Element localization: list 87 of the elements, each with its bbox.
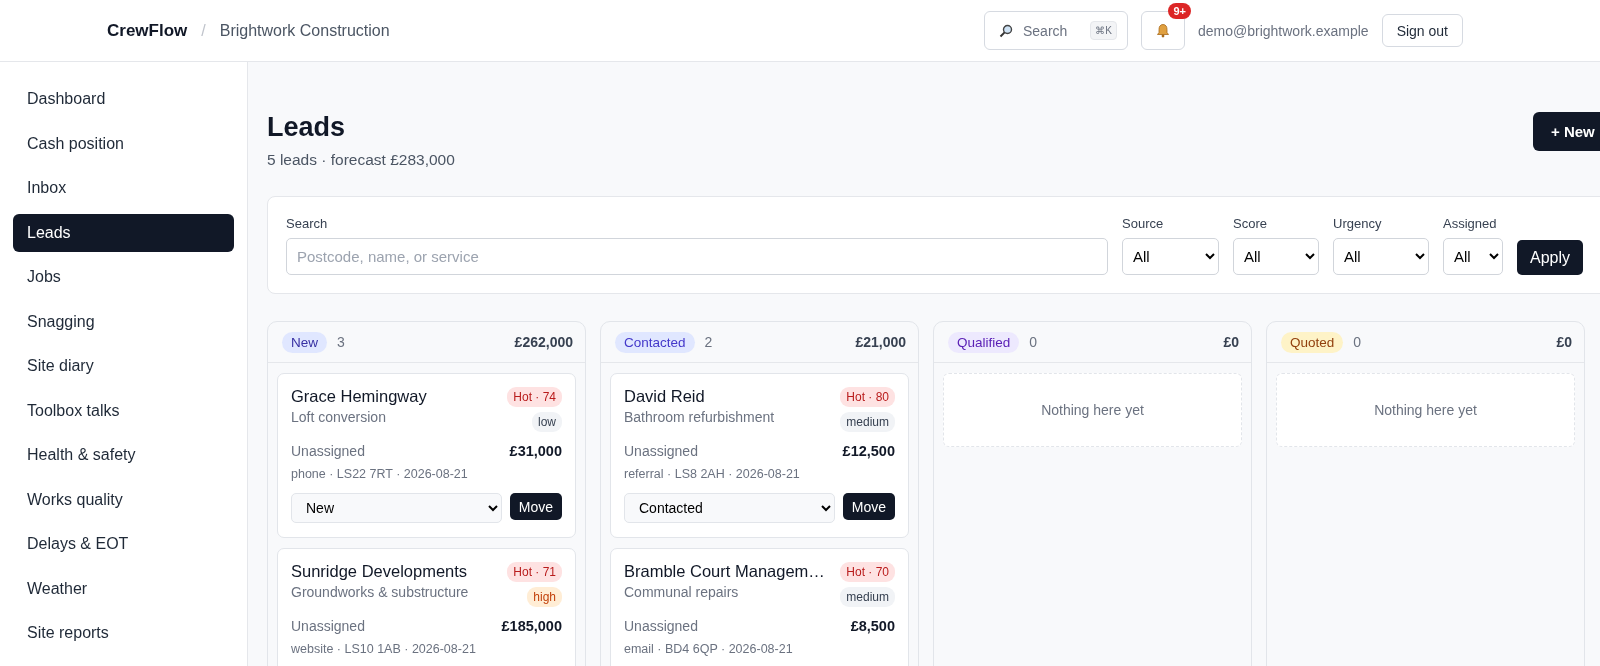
lead-name: Bramble Court Managem… <box>624 562 825 581</box>
filter-dropdown[interactable]: All <box>1233 238 1319 275</box>
page-title: Leads <box>267 112 347 143</box>
urgency-tag: high <box>527 587 562 607</box>
lead-meta: website · LS10 1AB · 2026-08-21 <box>291 642 477 656</box>
lead-meta: phone · LS22 7RT · 2026-08-21 <box>291 467 469 481</box>
lead-name: David Reid <box>624 387 706 406</box>
stage-dropdown[interactable]: New <box>291 493 502 523</box>
stage-label: New <box>282 331 327 353</box>
lead-count: 0 <box>1353 334 1362 350</box>
lead-service: Groundworks & substructure <box>291 584 469 600</box>
lead-meta: email · BD4 6QP · 2026-08-21 <box>624 642 794 656</box>
score-tag: Hot · 80 <box>840 387 895 407</box>
lead-name: Sunridge Developments <box>291 562 469 581</box>
breadcrumb-separator: / <box>201 21 206 40</box>
sidebar-item[interactable]: Dashboard <box>13 80 234 118</box>
field-label: Search <box>286 216 329 231</box>
urgency-tag: medium <box>840 412 895 432</box>
lead-value: £31,000 <box>509 443 562 459</box>
lead-assignee: Unassigned <box>291 618 365 634</box>
stage-dropdown[interactable]: Contacted <box>624 493 835 523</box>
lead-value: £12,500 <box>842 443 895 459</box>
apply-button[interactable]: Apply <box>1517 240 1584 275</box>
stage-label: Qualified <box>948 331 1020 353</box>
search-field[interactable]: Postcode, name, or service <box>286 238 1108 275</box>
sidebar-item[interactable]: Snagging <box>13 302 234 341</box>
sign-out-button[interactable]: Sign out <box>1381 14 1463 47</box>
search-icon <box>999 23 1013 38</box>
sidebar-item[interactable]: Site reports <box>13 614 234 652</box>
empty-state: Nothing here yet <box>943 373 1242 447</box>
lead-name: Grace Hemingway <box>291 387 427 406</box>
field-label: Urgency <box>1333 216 1383 231</box>
urgency-tag: low <box>532 412 562 432</box>
lead-service: Communal repairs <box>624 584 740 600</box>
sidebar-item[interactable]: Jobs <box>13 258 234 296</box>
column-total: £0 <box>1556 334 1572 350</box>
search-button[interactable]: Search ⌘K <box>984 11 1128 50</box>
column-total: £21,000 <box>855 334 906 350</box>
move-button[interactable]: Move <box>509 493 562 520</box>
stage-label: Quoted <box>1281 331 1344 353</box>
column-total: £262,000 <box>514 334 573 350</box>
page-subtitle: 5 leads · forecast £283,000 <box>267 151 455 169</box>
sidebar-item[interactable]: Inbox <box>13 169 234 207</box>
field-label: Assigned <box>1443 216 1498 231</box>
lead-assignee: Unassigned <box>624 443 698 459</box>
lead-count: 3 <box>337 334 345 350</box>
sidebar-item[interactable]: Cash position <box>13 124 234 163</box>
move-button[interactable]: Move <box>842 493 895 520</box>
empty-state: Nothing here yet <box>1276 373 1575 447</box>
brand-name: CrewFlow <box>107 20 188 41</box>
sidebar-item[interactable]: Weather <box>13 569 234 608</box>
sidebar-item[interactable]: Delays & EOT <box>13 525 234 563</box>
sidebar-item[interactable]: Site diary <box>13 347 234 385</box>
lead-service: Loft conversion <box>291 409 387 425</box>
organization-name: Brightwork Construction <box>219 21 390 40</box>
filter-dropdown[interactable]: All <box>1443 238 1503 275</box>
sidebar-item[interactable]: Works quality <box>13 480 234 519</box>
score-tag: Hot · 71 <box>507 562 562 582</box>
filter-dropdown[interactable]: All <box>1333 238 1429 275</box>
score-tag: Hot · 70 <box>840 562 895 582</box>
lead-card[interactable]: Sunridge Developments Groundworks & substructure Hot · 71 high Unassigned £185,000 website · LS10 1AB · 2026-08-21 <box>277 548 576 666</box>
lead-assignee: Unassigned <box>624 618 698 634</box>
lead-count: 2 <box>704 334 713 350</box>
sidebar-item[interactable]: Leads <box>13 213 234 252</box>
notification-count: 9+ <box>1168 3 1191 19</box>
lead-count: 0 <box>1029 334 1038 350</box>
lead-service: Bathroom refurbishment <box>624 409 775 425</box>
stage-label: Contacted <box>615 331 695 353</box>
field-label: Score <box>1233 216 1268 231</box>
sidebar-item[interactable]: Health & safety <box>13 436 234 474</box>
user-email: demo@brightwork.example <box>1198 22 1369 39</box>
sidebar-item[interactable]: Toolbox talks <box>13 391 234 430</box>
filter-dropdown[interactable]: All <box>1122 238 1219 275</box>
column-total: £0 <box>1223 334 1239 350</box>
score-tag: Hot · 74 <box>507 387 562 407</box>
bell-icon <box>1156 23 1170 38</box>
lead-meta: referral · LS8 2AH · 2026-08-21 <box>624 467 801 481</box>
lead-value: £8,500 <box>850 618 895 634</box>
shortcut-hint: ⌘K <box>1090 21 1117 40</box>
lead-assignee: Unassigned <box>291 443 365 459</box>
field-label: Source <box>1122 216 1165 231</box>
lead-card[interactable]: Grace Hemingway Loft conversion Hot · 74 low Unassigned £31,000 phone · LS22 7RT · 2026-08-21 New Move <box>277 373 576 538</box>
lead-card[interactable]: Bramble Court Managem… Communal repairs Hot · 70 medium Unassigned £8,500 email · BD4 6QP · 2026-08-21 <box>610 548 909 666</box>
lead-card[interactable]: David Reid Bathroom refurbishment Hot · 80 medium Unassigned £12,500 referral · LS8 2AH · 2026-08-21 Contacted Move <box>610 373 909 538</box>
urgency-tag: medium <box>840 587 895 607</box>
new-lead-button[interactable]: + New <box>1533 112 1600 151</box>
lead-value: £185,000 <box>501 618 562 634</box>
